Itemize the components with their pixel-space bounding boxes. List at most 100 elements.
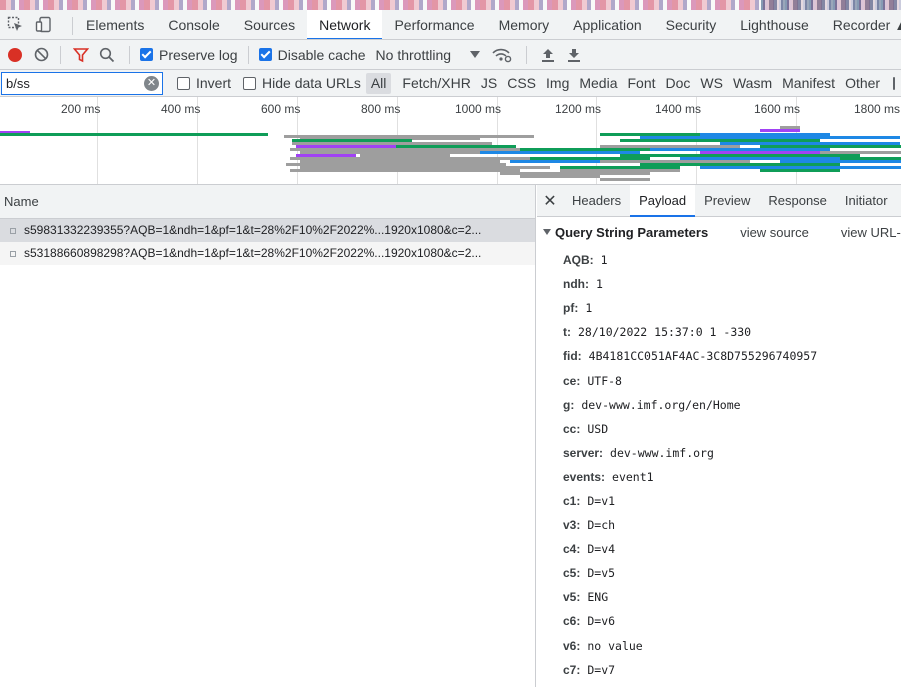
invert-toggle[interactable]: Invert <box>177 75 231 91</box>
query-param-value: USD <box>587 421 609 436</box>
preserve-log-checkbox[interactable] <box>140 48 153 61</box>
disable-cache-toggle[interactable]: Disable cache <box>258 40 366 70</box>
query-param-key: ndh: <box>563 277 589 292</box>
filter-type-all[interactable]: All <box>365 72 392 94</box>
query-param-key: cc: <box>563 421 581 436</box>
close-icon[interactable]: ✕ <box>537 191 563 211</box>
filter-button[interactable] <box>69 40 93 70</box>
preserve-log-label: Preserve log <box>159 46 238 63</box>
import-har-button[interactable] <box>535 40 561 70</box>
record-button[interactable] <box>0 40 30 70</box>
request-name: s59831332239355?AQB=1&ndh=1&pf=1&t=28%2F… <box>24 223 482 237</box>
tab-security[interactable]: Security <box>654 10 729 39</box>
query-param-key: events: <box>563 469 606 484</box>
filter-type-wasm[interactable]: Wasm <box>728 73 777 94</box>
filter-type-media[interactable]: Media <box>574 73 622 94</box>
flask-icon: ▲ <box>894 17 901 33</box>
tab-network[interactable]: Network <box>307 10 383 39</box>
tab-performance[interactable]: Performance <box>382 10 486 39</box>
throttling-select[interactable]: No throttling <box>376 40 481 70</box>
inspect-element-icon[interactable] <box>6 15 24 33</box>
filter-input[interactable] <box>2 72 162 94</box>
query-param-key: pf: <box>563 301 579 316</box>
clear-icon <box>34 47 48 62</box>
waterfall-bar <box>96 133 268 136</box>
invert-checkbox[interactable] <box>177 76 190 90</box>
disable-cache-label: Disable cache <box>277 46 366 63</box>
tab-console[interactable]: Console <box>156 10 231 39</box>
query-param-key: ce: <box>563 373 581 388</box>
request-name: s53188660898298?AQB=1&ndh=1&pf=1&t=28%2F… <box>24 246 482 260</box>
query-param-value: 1 <box>600 253 608 268</box>
search-icon <box>99 47 115 62</box>
request-list: Name s59831332239355?AQB=1&ndh=1&pf=1&t=… <box>0 185 536 687</box>
column-header-name[interactable]: Name <box>0 185 535 219</box>
tab-preview[interactable]: Preview <box>695 185 759 217</box>
filter-type-fetch-xhr[interactable]: Fetch/XHR <box>397 73 475 94</box>
query-param-row: events: event1 <box>563 465 901 489</box>
query-param-row: pf: 1 <box>563 296 901 320</box>
query-param-value: D=ch <box>587 518 616 533</box>
query-param-row: ndh: 1 <box>563 272 901 296</box>
filter-type-img[interactable]: Img <box>541 73 574 94</box>
disable-cache-checkbox[interactable] <box>258 48 272 61</box>
search-button[interactable] <box>93 40 121 70</box>
tab-application[interactable]: Application <box>561 10 654 39</box>
query-param-row: c1: D=v1 <box>563 489 901 513</box>
clear-button[interactable] <box>30 40 52 70</box>
blocked-requests-checkbox[interactable] <box>893 76 896 90</box>
request-file-icon <box>10 227 16 234</box>
wifi-settings-icon <box>492 48 512 62</box>
query-string-section-header[interactable]: Query String Parameters view source view… <box>537 217 901 247</box>
tab-initiator[interactable]: Initiator <box>836 185 897 217</box>
query-param-row: c4: D=v4 <box>563 537 901 561</box>
timeline-tick-label: 400 ms <box>161 102 201 116</box>
timeline-tick-label: 1600 ms <box>754 102 801 116</box>
hide-data-urls-checkbox[interactable] <box>243 76 257 90</box>
query-param-row: c7: D=v7 <box>563 658 901 682</box>
request-row[interactable]: s53188660898298?AQB=1&ndh=1&pf=1&t=28%2F… <box>0 242 535 265</box>
tab-lighthouse[interactable]: Lighthouse <box>728 10 821 39</box>
tab-payload[interactable]: Payload <box>630 185 696 217</box>
tab-headers[interactable]: Headers <box>563 185 630 217</box>
tab-memory[interactable]: Memory <box>487 10 562 39</box>
filter-type-ws[interactable]: WS <box>695 73 728 94</box>
filter-type-other[interactable]: Other <box>840 73 885 94</box>
filter-type-js[interactable]: JS <box>476 73 502 94</box>
dropdown-arrow-icon <box>470 50 481 58</box>
filter-input-box[interactable]: ✕ <box>1 71 163 95</box>
query-param-value: D=v1 <box>587 493 616 508</box>
query-param-key: g: <box>563 397 575 412</box>
filter-type-css[interactable]: CSS <box>502 73 541 94</box>
view-source-link[interactable]: view source <box>740 225 809 240</box>
query-param-row: v6: no value <box>563 634 901 658</box>
query-param-key: v5: <box>563 590 581 605</box>
tab-response[interactable]: Response <box>759 185 836 217</box>
query-param-key: AQB: <box>563 253 594 268</box>
preserve-log-toggle[interactable]: Preserve log <box>140 40 238 70</box>
request-detail-panel: ✕ Headers Payload Preview Response Initi… <box>537 185 901 687</box>
tab-elements[interactable]: Elements <box>74 10 156 39</box>
query-param-value: no value <box>587 638 643 653</box>
waterfall-bar <box>600 178 650 181</box>
filter-type-manifest[interactable]: Manifest <box>777 73 840 94</box>
network-conditions-button[interactable] <box>486 40 518 70</box>
waterfall-bar <box>760 169 840 172</box>
request-row[interactable]: s59831332239355?AQB=1&ndh=1&pf=1&t=28%2F… <box>0 219 535 242</box>
hide-data-urls-toggle[interactable]: Hide data URLs <box>243 75 361 91</box>
query-param-key: c6: <box>563 614 581 629</box>
tab-recorder[interactable]: Recorder ▲ <box>821 10 901 39</box>
query-param-key: c1: <box>563 493 581 508</box>
query-param-row: server: dev-www.imf.org <box>563 441 901 465</box>
export-har-button[interactable] <box>561 40 587 70</box>
expand-triangle-icon[interactable] <box>543 229 551 235</box>
query-param-value: dev-www.imf.org/en/Home <box>581 397 741 412</box>
timeline-overview[interactable]: 200 ms 400 ms 600 ms 800 ms 1000 ms 1200… <box>0 97 901 185</box>
device-toolbar-icon[interactable] <box>34 15 52 33</box>
tab-sources[interactable]: Sources <box>232 10 307 39</box>
clear-filter-icon[interactable]: ✕ <box>144 75 159 91</box>
filter-type-doc[interactable]: Doc <box>661 73 696 94</box>
filter-type-font[interactable]: Font <box>623 73 661 94</box>
waterfall-bar <box>560 169 680 172</box>
view-url-encoded-link[interactable]: view URL-e <box>841 225 901 240</box>
